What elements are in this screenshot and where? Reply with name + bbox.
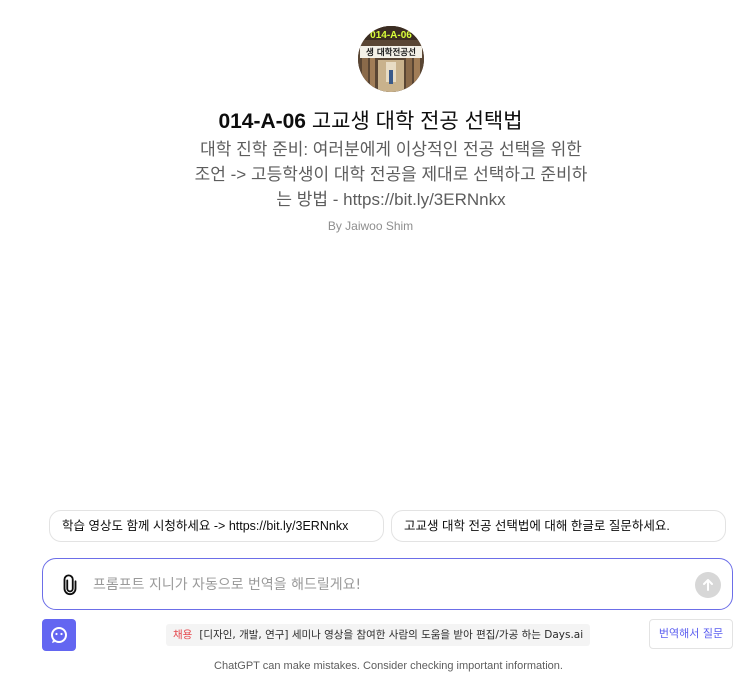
arrow-up-icon (703, 579, 713, 591)
notice-tag: 채용 (173, 629, 193, 641)
gpt-avatar: 014-A-06 생 대학전공선 (358, 26, 424, 92)
avatar-text-top: 014-A-06 (370, 30, 412, 41)
translate-ask-button[interactable]: 번역해서 질문 (649, 619, 733, 649)
suggestion-card[interactable]: 고교생 대학 전공 선택법에 대해 한글로 질문하세요. (391, 510, 726, 542)
notice-text: [디자인, 개발, 연구] 세미나 영상을 참여한 사람의 도움을 받아 편집/… (199, 629, 584, 641)
avatar-text-bottom: 생 대학전공선 (366, 47, 416, 58)
message-composer (42, 558, 733, 610)
gpt-title: 014-A-06 고교생 대학 전공 선택법 (0, 108, 741, 136)
send-button[interactable] (695, 572, 721, 598)
suggestion-card[interactable]: 학습 영상도 함께 시청하세요 -> https://bit.ly/3ERNnk… (49, 510, 384, 542)
gpt-author: By Jaiwoo Shim (327, 219, 414, 233)
gpt-title-name: 고교생 대학 전공 선택법 (311, 110, 523, 133)
library-photo-icon: 014-A-06 생 대학전공선 (358, 26, 424, 92)
gpt-description: 대학 진학 준비: 여러분에게 이상적인 전공 선택을 위한 조언 -> 고등학… (194, 140, 588, 209)
paperclip-icon (63, 574, 77, 595)
footer-disclaimer: ChatGPT can make mistakes. Consider chec… (214, 660, 563, 672)
attach-button[interactable] (59, 574, 81, 596)
prompt-input[interactable] (91, 571, 685, 599)
promo-notice[interactable]: 채용 [디자인, 개발, 연구] 세미나 영상을 참여한 사람의 도움을 받아 편… (166, 624, 591, 646)
chat-bubble-smile-icon (51, 627, 67, 643)
chat-page: 014-A-06 생 대학전공선 014-A-06 고교생 대학 전공 선택법 … (0, 0, 741, 677)
gpt-title-code: 014-A-06 (218, 110, 306, 133)
days-extension-button[interactable] (42, 619, 76, 651)
